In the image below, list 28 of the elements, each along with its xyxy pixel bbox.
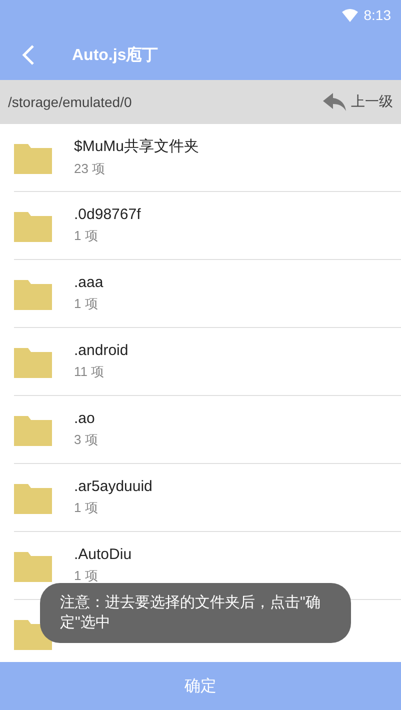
folder-icon	[14, 346, 52, 378]
folder-icon	[14, 278, 52, 310]
item-count: 1 项	[74, 227, 99, 245]
current-path: /storage/emulated/0	[8, 94, 132, 110]
folder-name[interactable]: .ao	[74, 410, 98, 427]
folder-icon	[14, 210, 52, 242]
status-time: 8:13	[364, 7, 391, 23]
toast-message: 注意：进去要选择的文件夹后，点击"确定"选中	[40, 583, 351, 643]
item-count: 1 项	[74, 567, 99, 585]
folder-icon	[14, 550, 52, 582]
folder-icon	[14, 482, 52, 514]
folder-name[interactable]: .AutoDiu	[74, 546, 132, 563]
wifi-icon	[342, 8, 358, 22]
reply-arrow-icon	[323, 93, 347, 111]
item-count: 1 项	[74, 499, 99, 517]
folder-icon	[14, 414, 52, 446]
folder-name[interactable]: .ar5ayduuid	[74, 478, 152, 495]
folder-icon	[14, 142, 52, 174]
item-count: 1 项	[74, 295, 99, 313]
item-count: 3 项	[74, 431, 98, 449]
folder-name[interactable]: .android	[74, 342, 128, 359]
app-title: Auto.js庖丁	[72, 45, 158, 66]
parent-folder-button[interactable]: 上一级	[323, 93, 393, 111]
folder-name[interactable]: .0d98767f	[74, 206, 141, 223]
folder-name[interactable]: .aaa	[74, 274, 104, 291]
item-count: 11 项	[74, 363, 106, 381]
folder-name[interactable]: $MuMu共享文件夹	[74, 137, 200, 156]
item-count: 23 项	[74, 160, 106, 178]
